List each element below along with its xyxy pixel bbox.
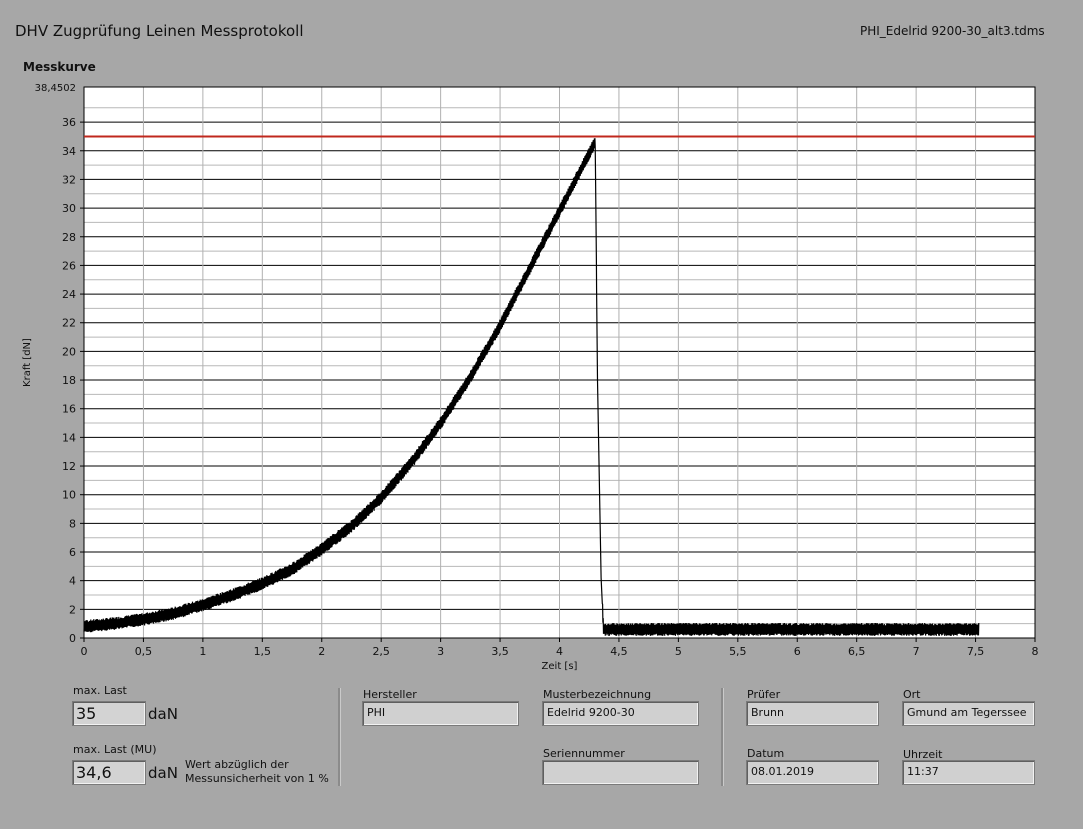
datum-label: Datum [747,747,785,760]
max-last-value: 35 [72,701,146,726]
y-tick-label: 28 [62,231,76,244]
y-tick-label: 16 [62,403,76,416]
y-tick-label: 34 [62,145,76,158]
y-tick-label: 22 [62,317,76,330]
y-tick-label: 14 [62,431,76,444]
y-tick-label: 2 [69,603,76,616]
x-tick-label: 5,5 [729,645,747,658]
y-tick-label: 12 [62,460,76,473]
y-tick-label: 0 [69,632,76,645]
y-tick-label: 4 [69,575,76,588]
x-tick-label: 8 [1032,645,1039,658]
force-time-chart: 02468101214161820222426283032343638,4502… [22,83,1039,672]
hersteller-field[interactable]: PHI [362,701,519,726]
x-tick-label: 3,5 [491,645,509,658]
ort-label: Ort [903,688,921,701]
x-tick-label: 7 [913,645,920,658]
max-last-mu-label: max. Last (MU) [73,743,157,756]
uncertainty-note-line1: Wert abzüglich der [185,758,289,771]
x-axis-label: Zeit [s] [542,661,578,672]
x-tick-label: 6 [794,645,801,658]
x-tick-label: 1,5 [254,645,272,658]
y-tick-label: 20 [62,345,76,358]
y-tick-label: 30 [62,202,76,215]
uncertainty-note-line2: Messunsicherheit von 1 % [185,772,329,785]
seriennummer-field[interactable] [542,760,699,785]
y-tick-label: 6 [69,546,76,559]
y-tick-label: 24 [62,288,76,301]
pruefer-label: Prüfer [747,688,781,701]
x-tick-label: 5 [675,645,682,658]
separator [338,688,341,786]
y-tick-label: 36 [62,116,76,129]
x-tick-label: 2 [318,645,325,658]
serien-label: Seriennummer [543,747,625,760]
y-max-label: 38,4502 [35,83,76,94]
uhrzeit-field[interactable]: 11:37 [902,760,1035,785]
max-last-mu-unit: daN [148,764,178,782]
y-tick-label: 18 [62,374,76,387]
ort-field[interactable]: Gmund am Tegerssee [902,701,1035,726]
max-last-unit: daN [148,705,178,723]
max-last-mu-value: 34,6 [72,760,146,785]
x-tick-label: 0,5 [135,645,153,658]
hersteller-label: Hersteller [363,688,417,701]
x-tick-label: 3 [437,645,444,658]
muster-label: Musterbezeichnung [543,688,652,701]
musterbezeichnung-field[interactable]: Edelrid 9200-30 [542,701,699,726]
y-tick-label: 32 [62,173,76,186]
x-tick-label: 6,5 [848,645,866,658]
y-tick-label: 10 [62,489,76,502]
x-tick-label: 1 [199,645,206,658]
x-tick-label: 4 [556,645,563,658]
y-axis-label: Kraft [dN] [22,338,33,387]
max-last-label: max. Last [73,684,127,697]
x-tick-label: 2,5 [372,645,390,658]
datum-field[interactable]: 08.01.2019 [746,760,879,785]
x-tick-label: 0 [81,645,88,658]
y-tick-label: 8 [69,517,76,530]
pruefer-field[interactable]: Brunn [746,701,879,726]
separator [721,688,724,786]
x-tick-label: 7,5 [967,645,985,658]
x-tick-label: 4,5 [610,645,628,658]
y-tick-label: 26 [62,259,76,272]
